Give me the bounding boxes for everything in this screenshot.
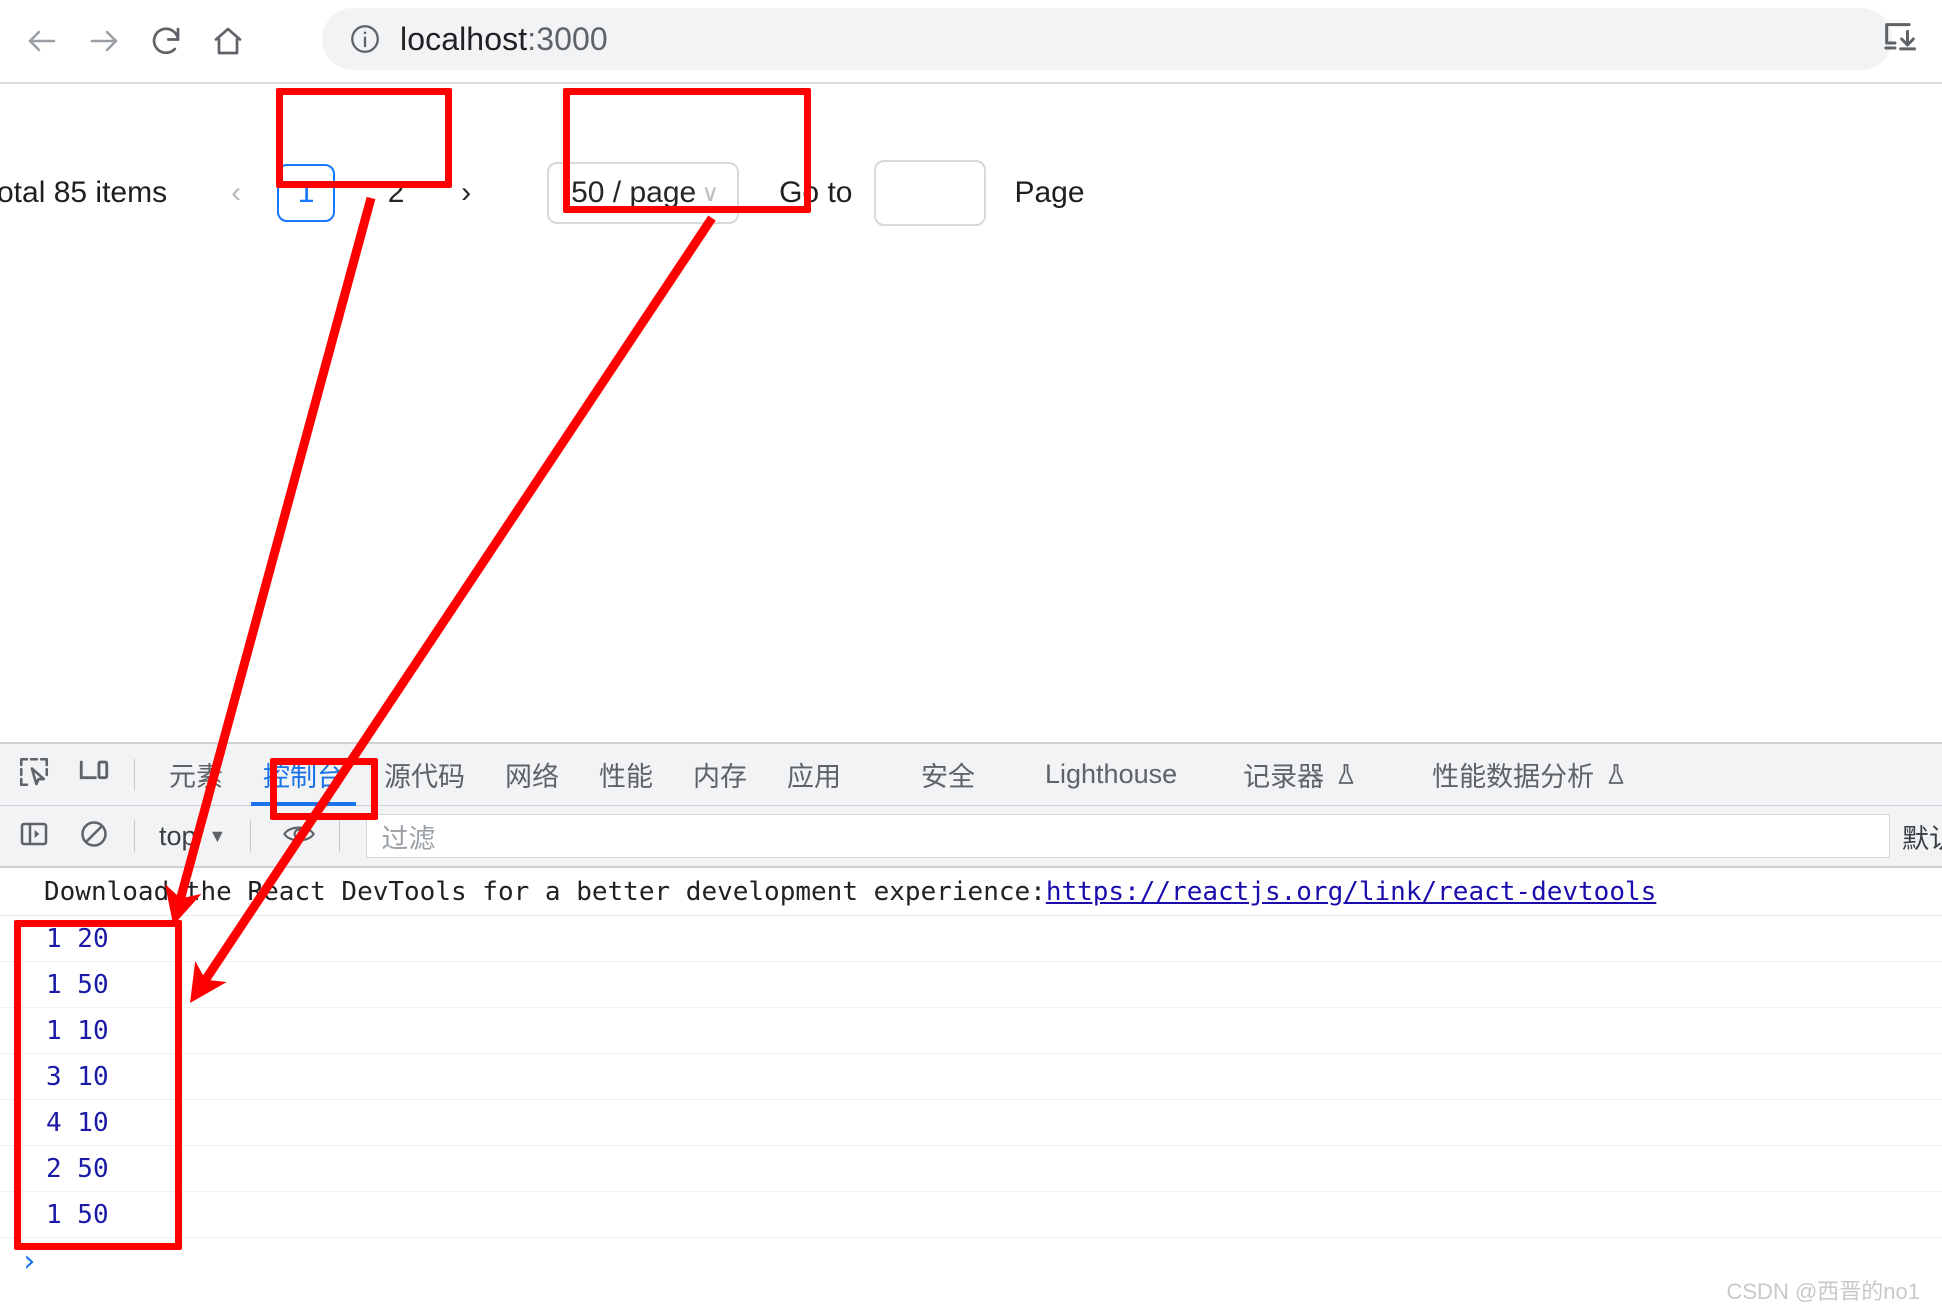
tab-sources[interactable]: 源代码 [364, 744, 485, 806]
url-port: :3000 [527, 20, 608, 57]
console-sidebar-icon [18, 818, 50, 855]
console-log-row: 1 20 [0, 916, 1942, 962]
pagination-page-1[interactable]: 1 [277, 164, 336, 222]
home-icon [210, 23, 246, 59]
console-log-row: 2 50 [0, 1146, 1942, 1192]
tab-label: 性能 [599, 762, 653, 792]
live-expression-icon [282, 819, 316, 854]
clear-console-button[interactable] [68, 810, 120, 862]
tab-application[interactable]: 应用 [767, 744, 861, 806]
page-size-value: 50 / page [571, 176, 697, 209]
toolbar-divider-3 [339, 820, 341, 852]
device-toolbar-button[interactable] [68, 749, 120, 801]
site-info-icon[interactable] [348, 22, 382, 56]
experiment-flask-icon [1334, 762, 1358, 788]
devtools-panel: 元素 控制台 源代码 网络 性能 内存 应用 安全 Lighthouse 记录器… [0, 742, 1942, 1316]
console-log-text: 3 10 [46, 1061, 109, 1092]
console-filter-input[interactable]: 过滤 [366, 814, 1890, 858]
console-log-text: 1 50 [46, 969, 109, 1000]
csdn-watermark: CSDN @西晋的no1 [1726, 1279, 1921, 1304]
tab-label: Lighthouse [1045, 759, 1178, 789]
tab-label: 内存 [693, 762, 747, 792]
console-level-value: 默认级别 [1902, 823, 1942, 854]
console-toolbar: top ▼ 过滤 默认级别 [0, 806, 1942, 868]
devtools-tabbar: 元素 控制台 源代码 网络 性能 内存 应用 安全 Lighthouse 记录器… [0, 744, 1942, 806]
console-log-text: 1 10 [46, 1015, 109, 1046]
home-button[interactable] [200, 13, 256, 69]
install-app-icon [1880, 18, 1920, 63]
tab-performance[interactable]: 性能 [579, 744, 673, 806]
tab-label: 安全 [921, 762, 975, 792]
toolbar-divider-1 [134, 820, 135, 852]
tab-performance-insights[interactable]: 性能数据分析 [1412, 744, 1648, 806]
reload-button[interactable] [138, 13, 194, 69]
browser-toolbar: localhost:3000 [0, 0, 1942, 82]
react-devtools-link[interactable]: https://reactjs.org/link/react-devtools [1046, 877, 1656, 907]
console-notice-row: Download the React DevTools for a better… [0, 868, 1942, 916]
console-log-row: 1 50 [0, 962, 1942, 1008]
console-log-row: 3 10 [0, 1054, 1942, 1100]
console-level-select[interactable]: 默认级别 [1902, 817, 1942, 856]
tab-network[interactable]: 网络 [485, 744, 579, 806]
arrow-left-icon [24, 23, 60, 59]
goto-label: Go to [779, 176, 853, 209]
device-toolbar-icon [77, 755, 111, 794]
tab-label: 网络 [505, 762, 559, 792]
inspect-element-icon [17, 755, 51, 794]
tab-label: 元素 [169, 762, 223, 792]
tab-label: 记录器 [1243, 762, 1325, 792]
screenshot-root: localhost:3000 Total 85 items ‹ 1 2 › 50… [0, 0, 1942, 1316]
console-log-row: 1 10 [0, 1008, 1942, 1054]
tab-label: 性能数据分析 [1432, 762, 1595, 792]
chevron-down-icon: ∨ [701, 179, 720, 207]
pagination-next-button[interactable]: › [441, 168, 491, 218]
console-messages: Download the React DevTools for a better… [0, 868, 1942, 1284]
page-size-select[interactable]: 50 / page ∨ [547, 162, 740, 224]
console-log-text: 4 10 [46, 1107, 109, 1138]
url-host: localhost [400, 20, 528, 57]
reload-icon [148, 23, 184, 59]
tab-label: 源代码 [384, 762, 465, 792]
console-notice-text: Download the React DevTools for a better… [44, 876, 1046, 907]
live-expression-button[interactable] [273, 810, 325, 862]
pagination-page-2[interactable]: 2 [367, 164, 425, 222]
clear-console-icon [78, 818, 110, 855]
tab-security[interactable]: 安全 [901, 744, 995, 806]
install-app-button[interactable] [1876, 16, 1924, 64]
tab-memory[interactable]: 内存 [673, 744, 767, 806]
tab-label: 控制台 [263, 762, 344, 792]
pagination-prev-button[interactable]: ‹ [211, 168, 261, 218]
chevron-down-icon: ▼ [208, 825, 227, 846]
tab-console[interactable]: 控制台 [243, 744, 364, 806]
console-sidebar-button[interactable] [8, 810, 60, 862]
javascript-context-select[interactable]: top ▼ [149, 821, 236, 852]
page-label: Page [1014, 176, 1085, 209]
tab-elements[interactable]: 元素 [149, 744, 243, 806]
back-button[interactable] [14, 13, 70, 69]
toolbar-divider-2 [250, 820, 252, 852]
address-bar-url: localhost:3000 [400, 21, 608, 58]
goto-page-input[interactable] [874, 160, 987, 226]
console-log-row: 4 10 [0, 1100, 1942, 1146]
tabbar-divider [134, 758, 135, 791]
tab-recorder[interactable]: 记录器 [1223, 744, 1378, 806]
forward-button[interactable] [76, 13, 132, 69]
react-app-viewport: Total 85 items ‹ 1 2 › 50 / page ∨ Go to… [0, 84, 1942, 742]
console-prompt[interactable]: › [0, 1238, 1942, 1284]
tab-lighthouse[interactable]: Lighthouse [1025, 744, 1197, 806]
console-log-text: 1 50 [46, 1199, 109, 1230]
console-prompt-symbol: › [20, 1243, 39, 1279]
experiment-flask-icon [1604, 762, 1628, 788]
console-log-text: 2 50 [46, 1153, 109, 1184]
tab-label: 应用 [787, 762, 841, 792]
console-log-row: 1 50 [0, 1192, 1942, 1238]
context-value: top [159, 820, 197, 851]
arrow-right-icon [86, 23, 122, 59]
inspect-element-button[interactable] [8, 749, 60, 801]
address-bar[interactable]: localhost:3000 [322, 8, 1892, 70]
pagination-total-label: Total 85 items [0, 176, 168, 209]
pagination-control: Total 85 items ‹ 1 2 › 50 / page ∨ Go to… [0, 160, 1085, 226]
console-filter-placeholder: 过滤 [381, 823, 436, 854]
console-log-text: 1 20 [46, 923, 109, 954]
